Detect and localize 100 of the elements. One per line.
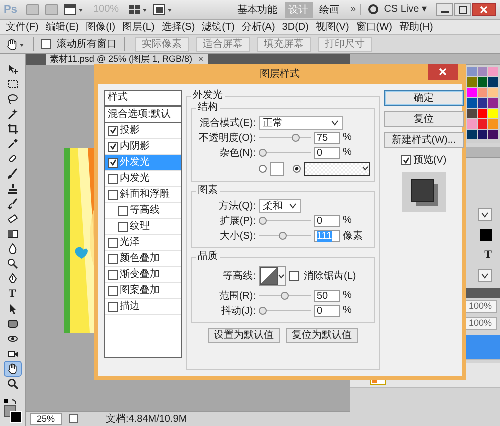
radio-button[interactable] [259,164,267,172]
maximize-button[interactable] [454,3,471,16]
type-tool-icon[interactable]: T [4,287,20,301]
close-button[interactable] [472,3,496,16]
checkbox[interactable] [108,270,118,280]
style-list-item[interactable]: 投影 [105,123,181,139]
style-list-item[interactable]: 斜面和浮雕 [105,187,181,203]
slider-thumb[interactable] [278,232,287,240]
color-swatch[interactable] [480,229,492,241]
default-button[interactable]: 复位为默认值 [286,328,358,343]
dialog-button[interactable]: 复位 [384,111,464,127]
view-button[interactable]: 打印尺寸 [318,36,372,52]
view-button[interactable]: 实际像素 [135,36,189,52]
history-brush-icon[interactable] [4,197,20,211]
unit-label: % [343,290,352,301]
checkbox[interactable] [108,286,118,296]
checkbox[interactable] [108,126,118,136]
menu-item[interactable]: 选择(S) [162,20,196,34]
view-button[interactable]: 填充屏幕 [257,36,311,52]
style-list-item[interactable]: 内发光 [105,171,181,187]
caret-icon [331,120,339,126]
slider-thumb[interactable] [281,292,289,300]
type-icon[interactable]: T [484,249,492,261]
menu-item[interactable]: 3D(D) [282,22,309,32]
document-title: 素材11.psd @ 25% (图层 1, RGB/8) [50,54,193,65]
field-label: 抖动(J): [220,304,256,318]
menu-item[interactable]: 滤镜(T) [202,20,235,34]
dropdown[interactable] [478,208,492,221]
menu-item[interactable]: 图像(I) [86,20,116,34]
dialog-button[interactable]: 新建样式(W)... [384,132,464,148]
workspace-tab[interactable]: 基本功能 [234,2,282,18]
dropdown[interactable]: 正常 [259,116,343,130]
number-field[interactable]: 0 [314,304,340,316]
group-title: 外发光 [192,90,224,102]
gradient-picker[interactable] [304,162,370,176]
menu-item[interactable]: 文件(F) [6,20,39,34]
checkbox[interactable] [289,271,299,281]
contour-picker[interactable] [259,266,286,286]
checkbox[interactable] [108,142,118,152]
checkbox[interactable] [108,302,118,312]
opacity-field[interactable]: 100% [464,300,497,313]
caret-icon [289,202,297,208]
number-field[interactable]: 75 [314,132,340,144]
dropdown[interactable] [478,269,492,282]
number-field[interactable]: 0 [314,214,340,226]
style-list-item[interactable]: 等高线 [105,203,181,219]
menu-item[interactable]: 图层(L) [122,20,155,34]
color-swatches-drawing[interactable] [2,398,24,424]
menu-item[interactable]: 分析(A) [242,20,276,34]
style-list-item[interactable]: 渐变叠加 [105,267,181,283]
preview-drawing [402,172,446,212]
style-list-item[interactable]: 纹理 [105,219,181,235]
radio-button[interactable] [293,164,301,172]
minimize-button[interactable] [436,3,453,16]
fill-field[interactable]: 100% [464,317,497,330]
view-button[interactable]: 适合屏幕 [196,36,250,52]
dialog-button[interactable]: 确定 [384,90,464,106]
document-tab[interactable]: 素材11.psd @ 25% (图层 1, RGB/8) × [46,54,208,65]
checkbox[interactable] [118,222,128,232]
zoom-field[interactable]: 25% [30,413,62,425]
checkbox[interactable] [108,158,118,168]
dropdown[interactable]: 柔和 [259,198,301,212]
group-title: 结构 [197,102,219,114]
layout-menu-icon[interactable] [64,4,84,16]
style-list-item[interactable]: 图案叠加 [105,283,181,299]
checkbox[interactable] [108,190,118,200]
field-label: 混合模式(E): [198,116,256,130]
checkbox[interactable] [108,174,118,184]
cs-live-button[interactable]: CS Live ▾ [384,4,427,15]
number-field[interactable]: 50 [314,290,340,302]
screen-menu-icon[interactable] [153,4,174,16]
page-icon[interactable] [68,414,80,424]
field-label: 范围(R): [218,290,256,302]
style-list-item[interactable]: 混合选项:默认 [105,107,181,123]
hand-icon[interactable] [4,362,20,376]
slider-thumb[interactable] [259,216,267,224]
number-field[interactable]: 0 [314,146,340,158]
tab-close-button[interactable]: × [198,54,204,65]
menu-item[interactable]: 帮助(H) [399,20,434,34]
style-list-item[interactable]: 描边 [105,299,181,315]
more-button[interactable]: » [346,4,362,15]
slider-thumb[interactable] [259,148,267,156]
checkbox[interactable] [401,155,412,165]
hand-icon[interactable] [6,38,26,50]
menu-item[interactable]: 视图(V) [316,20,350,34]
color-swatch[interactable] [270,162,284,176]
slider-thumb[interactable] [259,306,267,314]
workspace-tab[interactable]: 绘画 [316,2,344,18]
checkbox[interactable] [108,238,118,248]
slider-thumb[interactable] [292,134,300,142]
grid-menu-icon[interactable] [128,4,148,16]
default-button[interactable]: 设置为默认值 [208,328,280,343]
style-list-item[interactable]: 颜色叠加 [105,251,181,267]
style-list-item[interactable]: 光泽 [105,235,181,251]
checkbox[interactable] [108,254,118,264]
checkbox[interactable] [41,39,51,49]
close-button[interactable] [428,64,458,80]
checkbox[interactable] [118,206,128,216]
menu-item[interactable]: 窗口(W) [356,20,392,34]
menu-item[interactable]: 编辑(E) [46,20,80,34]
